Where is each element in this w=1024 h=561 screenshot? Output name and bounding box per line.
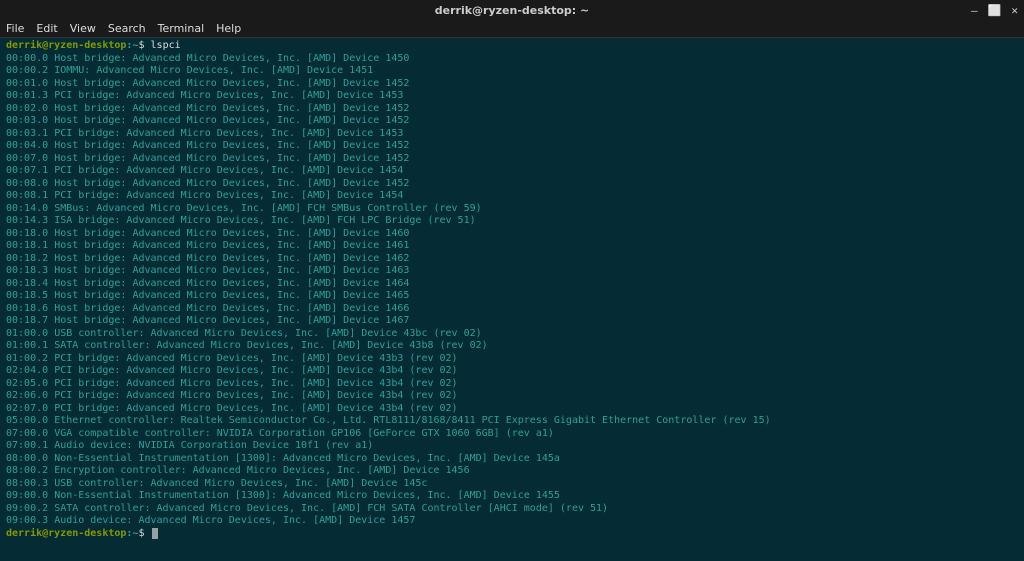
maximize-icon[interactable]: ⬜ bbox=[988, 4, 1002, 17]
window-title: derrik@ryzen-desktop: ~ bbox=[435, 4, 589, 17]
output-line: 02:05.0 PCI bridge: Advanced Micro Devic… bbox=[6, 378, 1018, 391]
output-line: 05:00.0 Ethernet controller: Realtek Sem… bbox=[6, 415, 1018, 428]
menu-terminal[interactable]: Terminal bbox=[158, 22, 205, 35]
output-line: 00:00.0 Host bridge: Advanced Micro Devi… bbox=[6, 53, 1018, 66]
output-line: 01:00.2 PCI bridge: Advanced Micro Devic… bbox=[6, 353, 1018, 366]
output-line: 00:00.2 IOMMU: Advanced Micro Devices, I… bbox=[6, 65, 1018, 78]
output-line: 09:00.2 SATA controller: Advanced Micro … bbox=[6, 503, 1018, 516]
output-line: 00:08.0 Host bridge: Advanced Micro Devi… bbox=[6, 178, 1018, 191]
output-line: 00:18.1 Host bridge: Advanced Micro Devi… bbox=[6, 240, 1018, 253]
output-line: 01:00.0 USB controller: Advanced Micro D… bbox=[6, 328, 1018, 341]
menu-help[interactable]: Help bbox=[216, 22, 241, 35]
output-line: 02:06.0 PCI bridge: Advanced Micro Devic… bbox=[6, 390, 1018, 403]
output-line: 07:00.0 VGA compatible controller: NVIDI… bbox=[6, 428, 1018, 441]
window-controls: – ⬜ ✕ bbox=[971, 4, 1018, 17]
command-text: lspci bbox=[151, 40, 181, 51]
menu-view[interactable]: View bbox=[70, 22, 96, 35]
output-line: 00:18.2 Host bridge: Advanced Micro Devi… bbox=[6, 253, 1018, 266]
output-line: 00:18.6 Host bridge: Advanced Micro Devi… bbox=[6, 303, 1018, 316]
output-line: 00:14.0 SMBus: Advanced Micro Devices, I… bbox=[6, 203, 1018, 216]
menu-search[interactable]: Search bbox=[108, 22, 146, 35]
output-line: 09:00.3 Audio device: Advanced Micro Dev… bbox=[6, 515, 1018, 528]
output-line: 08:00.2 Encryption controller: Advanced … bbox=[6, 465, 1018, 478]
output-line: 00:03.0 Host bridge: Advanced Micro Devi… bbox=[6, 115, 1018, 128]
minimize-icon[interactable]: – bbox=[971, 4, 978, 17]
output-line: 01:00.1 SATA controller: Advanced Micro … bbox=[6, 340, 1018, 353]
output-line: 00:07.1 PCI bridge: Advanced Micro Devic… bbox=[6, 165, 1018, 178]
close-icon[interactable]: ✕ bbox=[1011, 4, 1018, 17]
cursor-icon bbox=[152, 528, 158, 539]
output-line: 00:08.1 PCI bridge: Advanced Micro Devic… bbox=[6, 190, 1018, 203]
output-line: 00:18.0 Host bridge: Advanced Micro Devi… bbox=[6, 228, 1018, 241]
menu-bar: File Edit View Search Terminal Help bbox=[0, 20, 1024, 38]
menu-edit[interactable]: Edit bbox=[36, 22, 57, 35]
output-line: 08:00.3 USB controller: Advanced Micro D… bbox=[6, 478, 1018, 491]
output-line: 00:01.3 PCI bridge: Advanced Micro Devic… bbox=[6, 90, 1018, 103]
output-line: 00:01.0 Host bridge: Advanced Micro Devi… bbox=[6, 78, 1018, 91]
output-line: 00:02.0 Host bridge: Advanced Micro Devi… bbox=[6, 103, 1018, 116]
output-line: 00:07.0 Host bridge: Advanced Micro Devi… bbox=[6, 153, 1018, 166]
output-line: 02:04.0 PCI bridge: Advanced Micro Devic… bbox=[6, 365, 1018, 378]
output-line: 00:18.3 Host bridge: Advanced Micro Devi… bbox=[6, 265, 1018, 278]
output-line: 00:14.3 ISA bridge: Advanced Micro Devic… bbox=[6, 215, 1018, 228]
prompt-line: derrik@ryzen-desktop:~$ bbox=[6, 528, 1018, 541]
prompt-line: derrik@ryzen-desktop:~$ lspci bbox=[6, 40, 1018, 53]
output-line: 09:00.0 Non-Essential Instrumentation [1… bbox=[6, 490, 1018, 503]
output-line: 00:18.7 Host bridge: Advanced Micro Devi… bbox=[6, 315, 1018, 328]
output-line: 02:07.0 PCI bridge: Advanced Micro Devic… bbox=[6, 403, 1018, 416]
title-bar: derrik@ryzen-desktop: ~ – ⬜ ✕ bbox=[0, 0, 1024, 20]
output-line: 08:00.0 Non-Essential Instrumentation [1… bbox=[6, 453, 1018, 466]
terminal-area[interactable]: derrik@ryzen-desktop:~$ lspci00:00.0 Hos… bbox=[0, 38, 1024, 561]
output-line: 00:18.5 Host bridge: Advanced Micro Devi… bbox=[6, 290, 1018, 303]
output-line: 00:04.0 Host bridge: Advanced Micro Devi… bbox=[6, 140, 1018, 153]
output-line: 00:03.1 PCI bridge: Advanced Micro Devic… bbox=[6, 128, 1018, 141]
output-line: 07:00.1 Audio device: NVIDIA Corporation… bbox=[6, 440, 1018, 453]
output-line: 00:18.4 Host bridge: Advanced Micro Devi… bbox=[6, 278, 1018, 291]
menu-file[interactable]: File bbox=[6, 22, 24, 35]
